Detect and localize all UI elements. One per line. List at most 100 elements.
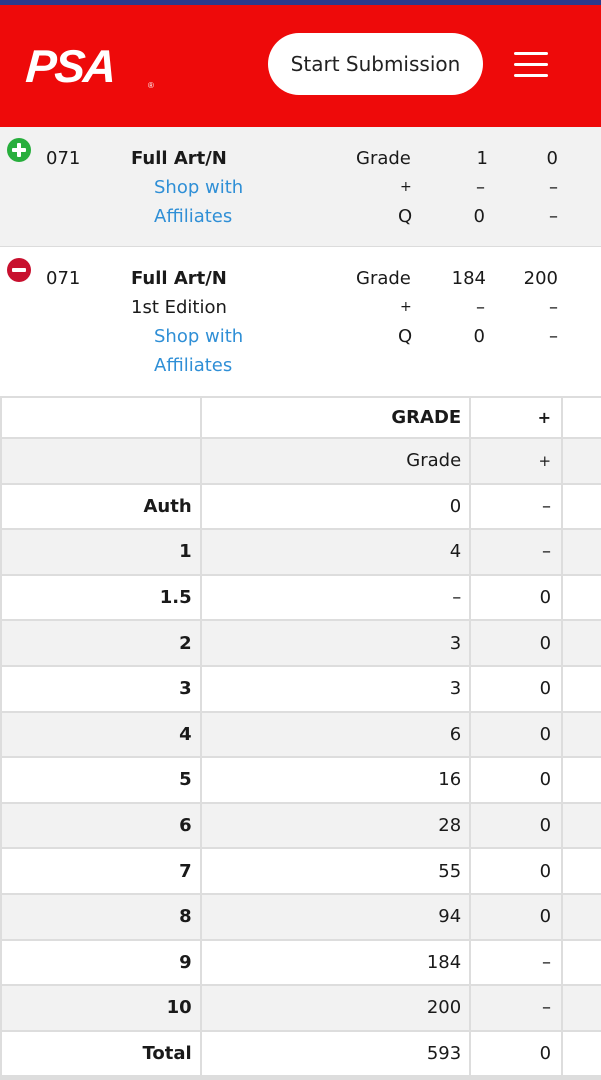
grade-cell: 2 xyxy=(0,619,202,667)
logo-registered-mark: ® xyxy=(148,81,154,90)
empty-cell xyxy=(561,1029,601,1078)
plus-label: + xyxy=(400,299,412,315)
table-row: 230 xyxy=(0,619,601,667)
qualifier-label: Q xyxy=(398,326,413,347)
subheader-plus: + xyxy=(469,437,564,485)
header-cell xyxy=(0,396,202,439)
grade-cell: Total xyxy=(0,1029,202,1078)
population-cell: – xyxy=(199,573,472,622)
plus-label: + xyxy=(400,179,412,195)
shop-affiliates-link[interactable]: Affiliates xyxy=(154,351,232,380)
pop-higher-value: – xyxy=(549,326,558,347)
plus-population-cell: 0 xyxy=(469,573,564,622)
pop-higher-value: 0 xyxy=(546,148,558,169)
page-bottom-edge xyxy=(0,1076,601,1080)
table-row: Auth 0– xyxy=(0,482,601,531)
empty-cell xyxy=(561,619,601,667)
card-name: Full Art/N xyxy=(131,268,227,289)
table-row: 1 4– xyxy=(0,528,601,576)
population-cell: 593 xyxy=(199,1029,472,1078)
subheader-cell xyxy=(0,437,202,485)
population-cell: 4 xyxy=(199,528,472,576)
grade-label: Grade xyxy=(356,148,411,169)
grade-cell: 5 xyxy=(0,756,202,804)
card-number: 071 xyxy=(46,268,81,289)
plus-population-cell: – xyxy=(469,938,564,987)
grade-cell: 1.5 xyxy=(0,573,202,622)
population-cell: 16 xyxy=(199,756,472,804)
hamburger-menu-icon[interactable] xyxy=(514,50,548,80)
table-subheader-row: Grade + xyxy=(0,437,601,485)
grade-cell: 1 xyxy=(0,528,202,576)
empty-cell xyxy=(561,847,601,895)
table-row: 9 184– xyxy=(0,938,601,987)
grade-cell: 8 xyxy=(0,892,202,941)
empty-cell xyxy=(561,892,601,941)
empty-cell xyxy=(561,756,601,804)
population-cell: 3 xyxy=(199,619,472,667)
population-cell: 6 xyxy=(199,710,472,759)
population-cell: 28 xyxy=(199,801,472,850)
shop-affiliates-link[interactable]: Shop with xyxy=(154,322,243,351)
empty-cell xyxy=(561,801,601,850)
card-number: 071 xyxy=(46,148,81,169)
table-row: 7 55 0 xyxy=(0,847,601,895)
pop-higher-value: – xyxy=(549,206,558,227)
header-grade: GRADE xyxy=(199,396,472,439)
table-row: 330 xyxy=(0,664,601,713)
minus-circle-icon[interactable] xyxy=(7,258,31,282)
pop-value: – xyxy=(476,177,485,198)
table-row: 460 xyxy=(0,710,601,759)
empty-cell xyxy=(561,710,601,759)
shop-affiliates-link[interactable]: Shop with xyxy=(154,173,243,202)
plus-population-cell: 0 xyxy=(469,756,564,804)
header-cell xyxy=(561,396,601,439)
pop-higher-value: 200 xyxy=(523,268,558,289)
header-plus: + xyxy=(469,396,564,439)
empty-cell xyxy=(561,528,601,576)
plus-population-cell: – xyxy=(469,482,564,531)
site-header: PSA ® Start Submission xyxy=(0,5,601,127)
empty-cell xyxy=(561,984,601,1032)
plus-population-cell: – xyxy=(469,984,564,1032)
plus-population-cell: 0 xyxy=(469,710,564,759)
pop-value: 0 xyxy=(473,206,485,227)
table-row: Total 593 0 xyxy=(0,1029,601,1078)
grade-cell: Auth xyxy=(0,482,202,531)
grade-label: Grade xyxy=(356,268,411,289)
plus-population-cell: 0 xyxy=(469,847,564,895)
pop-value: 184 xyxy=(451,268,486,289)
plus-circle-icon[interactable] xyxy=(7,138,31,162)
plus-population-cell: 0 xyxy=(469,1029,564,1078)
pop-value: 1 xyxy=(476,148,488,169)
card-name: Full Art/N xyxy=(131,148,227,169)
grade-cell: 3 xyxy=(0,664,202,713)
table-row: 8 94 0 xyxy=(0,892,601,941)
psa-logo[interactable]: PSA xyxy=(24,40,116,92)
pop-value: – xyxy=(476,297,485,318)
plus-population-cell: 0 xyxy=(469,801,564,850)
empty-cell xyxy=(561,664,601,713)
pop-higher-value: – xyxy=(549,177,558,198)
table-row: 6 28 0 xyxy=(0,801,601,850)
qualifier-label: Q xyxy=(398,206,413,227)
start-submission-button[interactable]: Start Submission xyxy=(268,33,483,95)
population-cell: 3 xyxy=(199,664,472,713)
plus-population-cell: 0 xyxy=(469,664,564,713)
pop-higher-value: – xyxy=(549,297,558,318)
pop-row: 071 Full Art/N 1st Edition Shop with Aff… xyxy=(0,248,601,394)
grade-cell: 7 xyxy=(0,847,202,895)
plus-population-cell: – xyxy=(469,528,564,576)
table-row: 1.5–0 xyxy=(0,573,601,622)
grade-cell: 6 xyxy=(0,801,202,850)
shop-affiliates-link[interactable]: Affiliates xyxy=(154,202,232,231)
empty-cell xyxy=(561,482,601,531)
grade-cell: 9 xyxy=(0,938,202,987)
population-cell: 200 xyxy=(199,984,472,1032)
grade-cell: 4 xyxy=(0,710,202,759)
table-header-row: GRADE + xyxy=(0,396,601,439)
subheader-grade: Grade xyxy=(199,437,472,485)
pop-value: 0 xyxy=(473,326,485,347)
grade-population-table: GRADE + Grade + Auth 0–1 4–1.5–0 2 3 0 3 3 0 4 6 0 5… xyxy=(0,396,601,1078)
grade-cell: 10 xyxy=(0,984,202,1032)
